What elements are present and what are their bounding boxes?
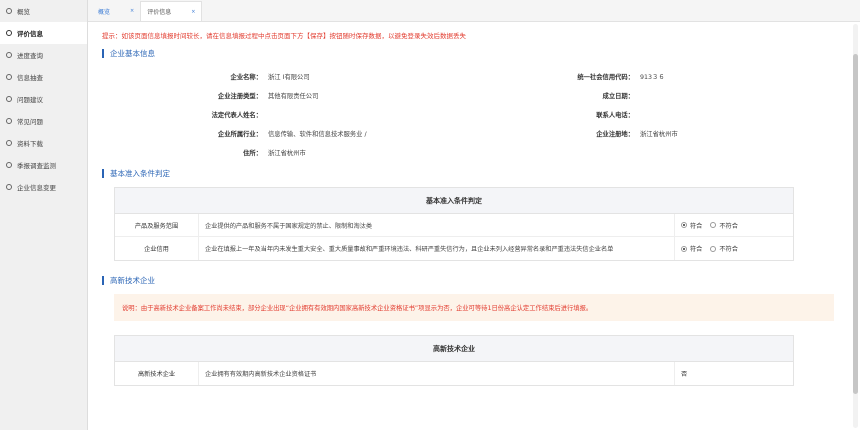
table-row: 高新技术企业 企业拥有有效期内高新技术企业资格证书 否 bbox=[115, 362, 793, 385]
sidebar-item-info-change[interactable]: 企业信息变更 bbox=[0, 176, 87, 198]
sidebar-item-progress[interactable]: 进度查询 bbox=[0, 44, 87, 66]
section-title-basic: 企业基本信息 bbox=[102, 48, 848, 59]
sidebar-item-quarterly-survey[interactable]: 季报调查监测 bbox=[0, 154, 87, 176]
section-title-hightech: 高新技术企业 bbox=[102, 275, 848, 286]
radio-yes[interactable]: 符合 bbox=[681, 221, 702, 230]
circle-icon bbox=[6, 118, 12, 124]
info-row: 法定代表人姓名： 联系人电话： bbox=[211, 112, 634, 119]
radio-no[interactable]: 不符合 bbox=[710, 244, 738, 253]
tab-evaluation[interactable]: 评价信息 × bbox=[140, 1, 203, 21]
hightech-explain: 说明：由于高新技术企业备案工作尚未结束，部分企业出现“企业拥有有效期内国家高新技… bbox=[114, 294, 834, 321]
info-row: 企业注册类型： 其他有限责任公司 成立日期： bbox=[217, 93, 634, 100]
sidebar-item-overview[interactable]: 概览 bbox=[0, 0, 87, 22]
circle-icon bbox=[6, 30, 12, 36]
sidebar-item-inspection[interactable]: 信息抽查 bbox=[0, 66, 87, 88]
circle-icon bbox=[6, 8, 12, 14]
info-row: 住所： 浙江省杭州市 bbox=[243, 150, 306, 157]
sidebar-item-evaluation[interactable]: 评价信息 bbox=[0, 22, 87, 44]
close-icon[interactable]: × bbox=[130, 8, 134, 14]
close-icon[interactable]: × bbox=[191, 9, 195, 15]
sidebar-item-downloads[interactable]: 资料下载 bbox=[0, 132, 87, 154]
sidebar-item-faq[interactable]: 常见问题 bbox=[0, 110, 87, 132]
circle-icon bbox=[6, 184, 12, 190]
circle-icon bbox=[6, 140, 12, 146]
circle-icon bbox=[6, 74, 12, 80]
section-bar bbox=[102, 49, 104, 58]
table-header: 高新技术企业 bbox=[115, 336, 793, 362]
scrollbar[interactable] bbox=[853, 24, 858, 428]
circle-icon bbox=[6, 162, 12, 168]
criteria-table: 基本准入条件判定 产品及服务范围 企业提供的产品和服务不属于国家规定的禁止、限制… bbox=[114, 187, 794, 261]
info-row: 企业名称： 浙江 I有限公司 统一社会信用代码： 913３６ bbox=[230, 74, 665, 81]
info-row: 企业所属行业： 信息传输、软件和信息技术服务业 / 企业注册地： 浙江省杭州市 bbox=[217, 131, 678, 138]
table-row: 产品及服务范围 企业提供的产品和服务不属于国家规定的禁止、限制和淘汰类 符合 不… bbox=[115, 214, 793, 237]
sidebar-item-feedback[interactable]: 问题建议 bbox=[0, 88, 87, 110]
main-content: 提示：如该页面信息填报时间较长，请在信息填报过程中点击页面下方【保存】按钮随时保… bbox=[88, 22, 860, 430]
circle-icon bbox=[6, 96, 12, 102]
section-bar bbox=[102, 276, 104, 285]
circle-icon bbox=[6, 52, 12, 58]
notice-text: 提示：如该页面信息填报时间较长，请在信息填报过程中点击页面下方【保存】按钮随时保… bbox=[102, 32, 466, 40]
sidebar: 概览 评价信息 进度查询 信息抽查 问题建议 常见问题 资料下载 季报调查监测 … bbox=[0, 0, 88, 430]
radio-yes[interactable]: 符合 bbox=[681, 244, 702, 253]
radio-no[interactable]: 不符合 bbox=[710, 221, 738, 230]
scrollbar-thumb[interactable] bbox=[853, 54, 858, 394]
section-title-criteria: 基本准入条件判定 bbox=[102, 168, 848, 179]
hightech-table: 高新技术企业 高新技术企业 企业拥有有效期内高新技术企业资格证书 否 bbox=[114, 335, 794, 386]
basic-info: 企业名称： 浙江 I有限公司 统一社会信用代码： 913３６ 企业注册类型： 其他有限… bbox=[102, 67, 822, 162]
tab-bar: 概览 × 评价信息 × bbox=[88, 0, 860, 22]
table-row: 企业信用 企业在填报上一年及当年内未发生重大安全、重大质量事故和严重环境违法、科… bbox=[115, 237, 793, 260]
table-header: 基本准入条件判定 bbox=[115, 188, 793, 214]
tab-overview[interactable]: 概览 × bbox=[92, 1, 140, 21]
section-bar bbox=[102, 169, 104, 178]
